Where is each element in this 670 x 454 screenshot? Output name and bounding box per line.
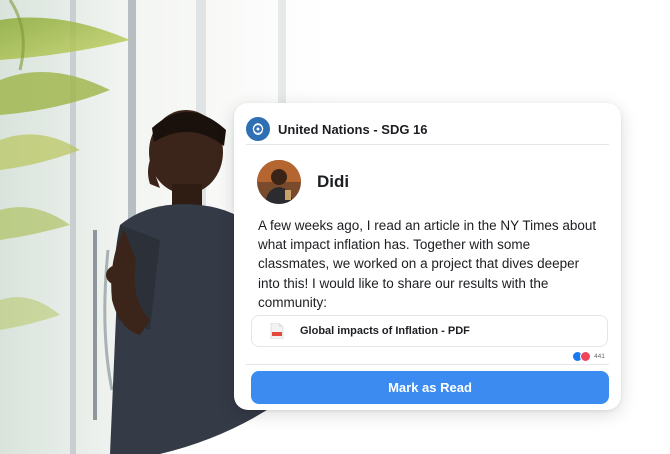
mark-as-read-button[interactable]: Mark as Read bbox=[251, 371, 609, 404]
pdf-file-icon bbox=[270, 323, 284, 339]
post-message: A few weeks ago, I read an article in th… bbox=[258, 218, 597, 310]
post-card: United Nations - SDG 16 Didi A few weeks… bbox=[234, 103, 621, 410]
reaction-count: 441 bbox=[594, 353, 605, 360]
avatar[interactable] bbox=[257, 160, 301, 204]
header-divider bbox=[246, 144, 609, 145]
pdf-attachment[interactable]: Global impacts of Inflation - PDF bbox=[251, 315, 608, 347]
post-header: United Nations - SDG 16 bbox=[246, 113, 609, 145]
author-name[interactable]: Didi bbox=[317, 172, 349, 192]
reactions-summary[interactable]: 441 bbox=[572, 351, 605, 362]
love-icon bbox=[580, 351, 591, 362]
org-name[interactable]: United Nations - SDG 16 bbox=[278, 122, 428, 137]
attachment-label: Global impacts of Inflation - PDF bbox=[300, 325, 470, 337]
un-logo-icon[interactable] bbox=[246, 117, 270, 141]
footer-divider bbox=[246, 364, 609, 365]
post-author: Didi bbox=[257, 160, 349, 204]
